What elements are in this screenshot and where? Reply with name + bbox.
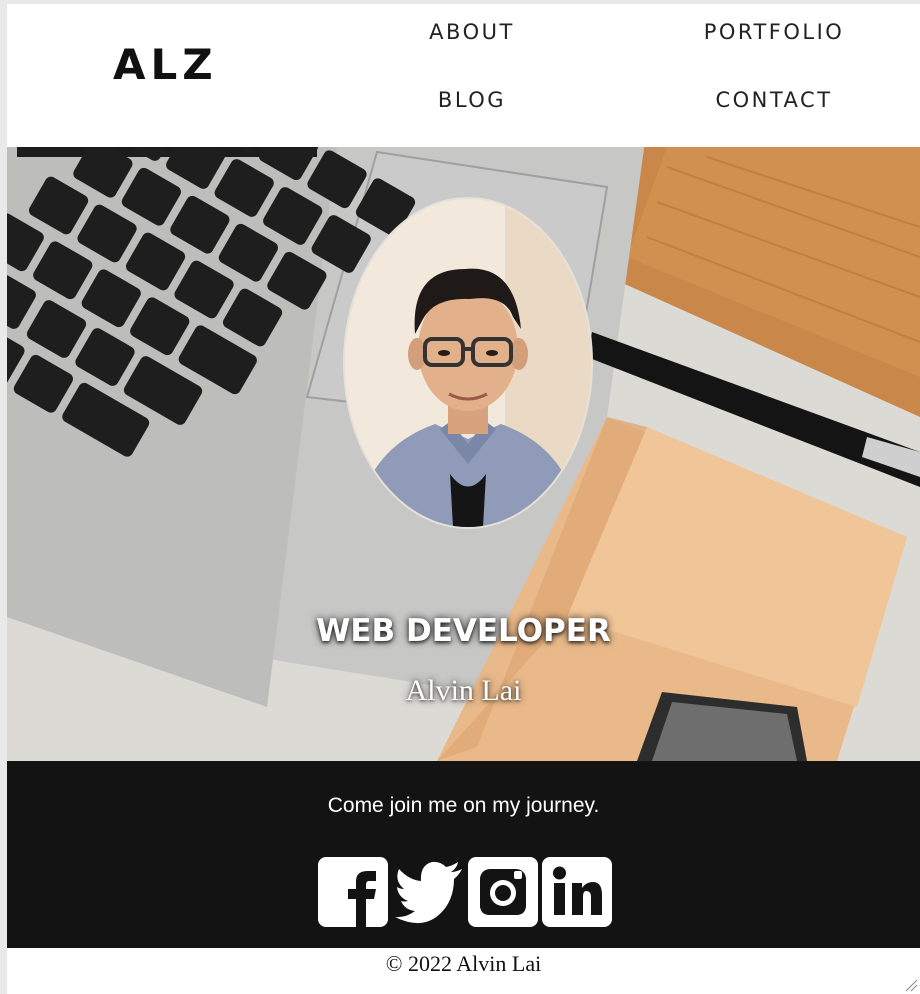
page: ALZ ABOUT PORTFOLIO BLOG CONTACT WEB DEV… xyxy=(7,4,920,994)
copyright-text: © 2022 Alvin Lai xyxy=(385,951,542,976)
instagram-icon[interactable] xyxy=(468,857,538,927)
nav-link-contact[interactable]: CONTACT xyxy=(674,88,874,112)
linkedin-icon[interactable] xyxy=(542,857,612,927)
hero-section: WEB DEVELOPER Alvin Lai xyxy=(7,147,920,761)
site-footer: © 2022 Alvin Lai xyxy=(7,948,920,994)
band-tagline: Come join me on my journey. xyxy=(327,794,600,817)
nav-link-portfolio[interactable]: PORTFOLIO xyxy=(674,20,874,44)
hero-name: Alvin Lai xyxy=(405,674,522,707)
social-band: Come join me on my journey. xyxy=(7,761,920,948)
hero-title: WEB DEVELOPER xyxy=(316,613,611,649)
facebook-icon[interactable] xyxy=(318,857,388,927)
site-header: ALZ ABOUT PORTFOLIO BLOG CONTACT xyxy=(7,4,920,147)
twitter-icon[interactable] xyxy=(394,857,464,927)
nav-link-blog[interactable]: BLOG xyxy=(372,88,572,112)
site-logo[interactable]: ALZ xyxy=(113,40,218,89)
resize-grip-icon[interactable] xyxy=(904,978,918,992)
profile-photo xyxy=(343,197,593,529)
nav-link-about[interactable]: ABOUT xyxy=(372,20,572,44)
